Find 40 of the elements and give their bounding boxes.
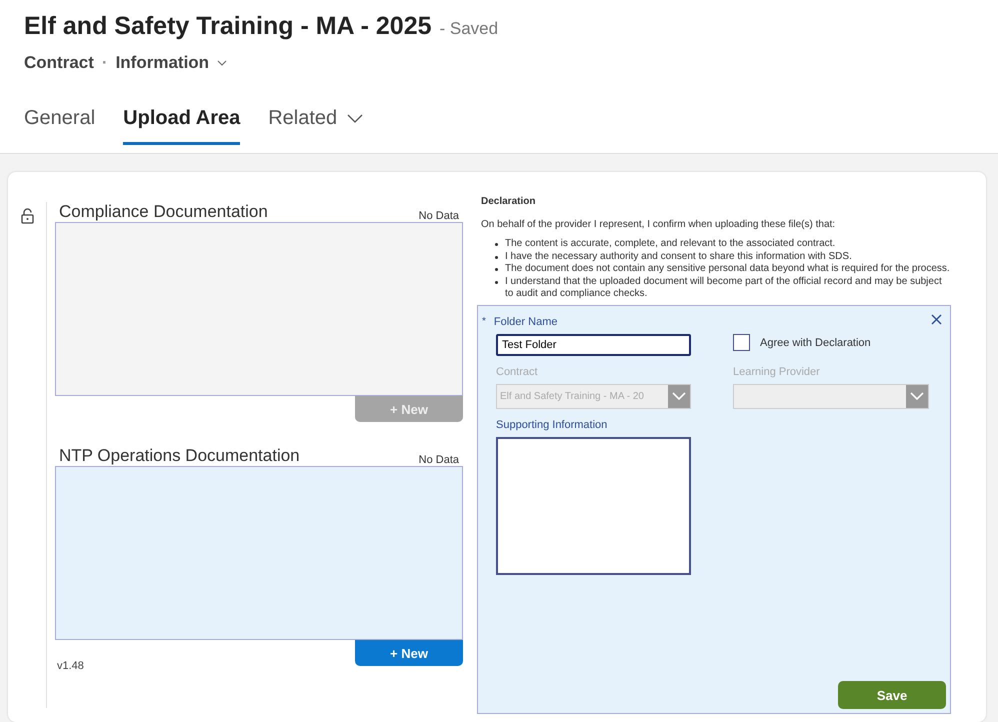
tab[interactable]: General — [24, 103, 96, 145]
close-icon[interactable] — [931, 314, 942, 324]
declaration-point: I have the necessary authority and consent to share this information with SDS. — [505, 250, 852, 263]
required-mark: * — [482, 316, 486, 328]
declaration-heading: Declaration — [481, 196, 536, 207]
bullet-icon — [495, 243, 498, 246]
new-button[interactable]: + New — [355, 640, 463, 666]
tab[interactable]: Upload Area — [123, 103, 240, 145]
field-label: Folder Name — [494, 316, 558, 328]
tab[interactable]: Related — [268, 103, 364, 145]
supporting-info-field[interactable] — [496, 436, 691, 574]
declaration-intro: On behalf of the provider I represent, I confirm when uploading these file(s) that: — [481, 219, 836, 230]
checkbox[interactable] — [733, 334, 750, 351]
chevron-icon — [906, 384, 928, 408]
data-status: No Data — [418, 210, 459, 222]
declaration-point: The content is accurate, complete, and relevant to the associated contract. — [505, 238, 836, 250]
field-label: Learning Provider — [733, 366, 821, 378]
save-status: - Saved — [440, 19, 498, 39]
checkbox-label: Agree with Declaration — [760, 336, 871, 348]
declaration-point: I understand that the uploaded document will become part of the official record and may be subject to audit and compliance checks. — [505, 276, 943, 300]
separator-dot: · — [102, 53, 108, 73]
bullet-icon — [495, 268, 498, 271]
section-title: Compliance Documentation — [59, 202, 268, 222]
version-label: v1.48 — [56, 660, 85, 672]
folder-name-field[interactable]: Test Folder — [496, 334, 691, 356]
chevron-icon — [347, 114, 364, 123]
field-label: Contract — [496, 366, 539, 378]
section-title: NTP Operations Documentation — [59, 446, 300, 466]
form-selector[interactable]: Information — [116, 53, 228, 73]
declaration-point: The document does not contain any sensitive personal data beyond what is required for the process. — [505, 263, 950, 276]
save-button[interactable]: Save — [838, 681, 946, 709]
bullet-icon — [495, 280, 498, 284]
record-title: Elf and Safety Training - MA - 2025 — [24, 12, 432, 41]
bullet-icon — [495, 256, 498, 258]
field-label: Supporting Information — [496, 418, 608, 430]
chevron-icon — [668, 384, 690, 408]
entity-name: Contract — [24, 53, 94, 73]
lock-icon — [20, 208, 34, 224]
data-status: No Data — [418, 454, 459, 466]
chevron-icon — [217, 60, 228, 66]
